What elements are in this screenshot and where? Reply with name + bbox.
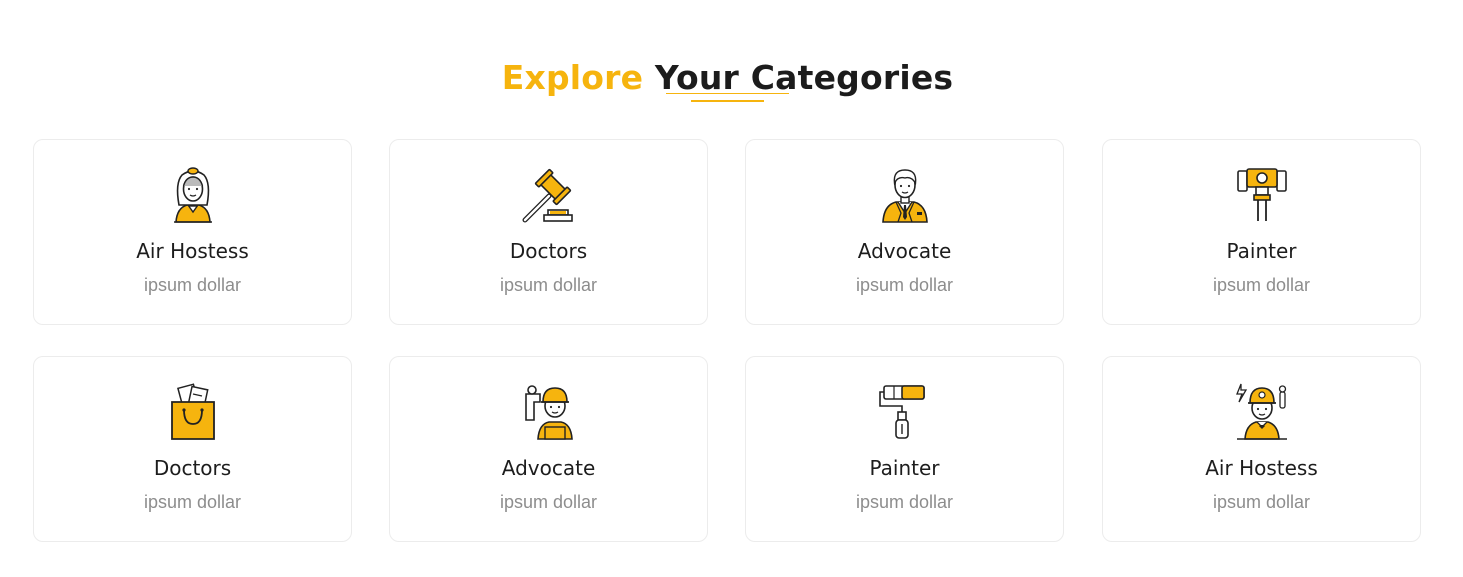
shopping-bag-icon xyxy=(170,383,215,440)
category-title: Advocate xyxy=(857,239,952,263)
section-title-rest: Your Categories xyxy=(643,58,954,98)
air-hostess-icon xyxy=(173,167,212,223)
category-card-doctors[interactable]: Doctors ipsum dollar xyxy=(389,139,708,325)
category-title: Painter xyxy=(869,456,940,480)
category-title: Advocate xyxy=(501,456,596,480)
businessman-icon xyxy=(881,169,928,223)
engineer-icon xyxy=(1235,383,1287,440)
plumber-icon xyxy=(524,385,573,440)
category-title: Painter xyxy=(1226,239,1297,263)
category-subtitle: ipsum dollar xyxy=(855,492,954,512)
category-card-air-hostess[interactable]: Air Hostess ipsum dollar xyxy=(33,139,352,325)
category-subtitle: ipsum dollar xyxy=(1212,275,1311,295)
category-title: Doctors xyxy=(509,239,588,263)
gavel-icon xyxy=(522,168,573,223)
category-subtitle: ipsum dollar xyxy=(143,275,242,295)
category-card-advocate-2[interactable]: Advocate ipsum dollar xyxy=(389,356,708,542)
section-title: Explore Your Categories xyxy=(0,55,1455,101)
title-divider-bottom xyxy=(691,100,764,102)
category-title: Air Hostess xyxy=(136,239,249,263)
category-card-advocate[interactable]: Advocate ipsum dollar xyxy=(745,139,1064,325)
category-card-painter[interactable]: Painter ipsum dollar xyxy=(1102,139,1421,325)
category-title: Doctors xyxy=(153,456,232,480)
title-divider-top xyxy=(666,93,789,94)
paint-roller-icon xyxy=(878,385,925,439)
section-title-accent: Explore xyxy=(501,58,644,98)
category-card-painter-2[interactable]: Painter ipsum dollar xyxy=(745,356,1064,542)
pipe-wrench-icon xyxy=(1236,168,1287,221)
category-subtitle: ipsum dollar xyxy=(855,275,954,295)
category-subtitle: ipsum dollar xyxy=(1212,492,1311,512)
category-subtitle: ipsum dollar xyxy=(499,492,598,512)
category-card-doctors-2[interactable]: Doctors ipsum dollar xyxy=(33,356,352,542)
category-subtitle: ipsum dollar xyxy=(499,275,598,295)
category-title: Air Hostess xyxy=(1205,456,1318,480)
category-subtitle: ipsum dollar xyxy=(143,492,242,512)
category-card-air-hostess-2[interactable]: Air Hostess ipsum dollar xyxy=(1102,356,1421,542)
